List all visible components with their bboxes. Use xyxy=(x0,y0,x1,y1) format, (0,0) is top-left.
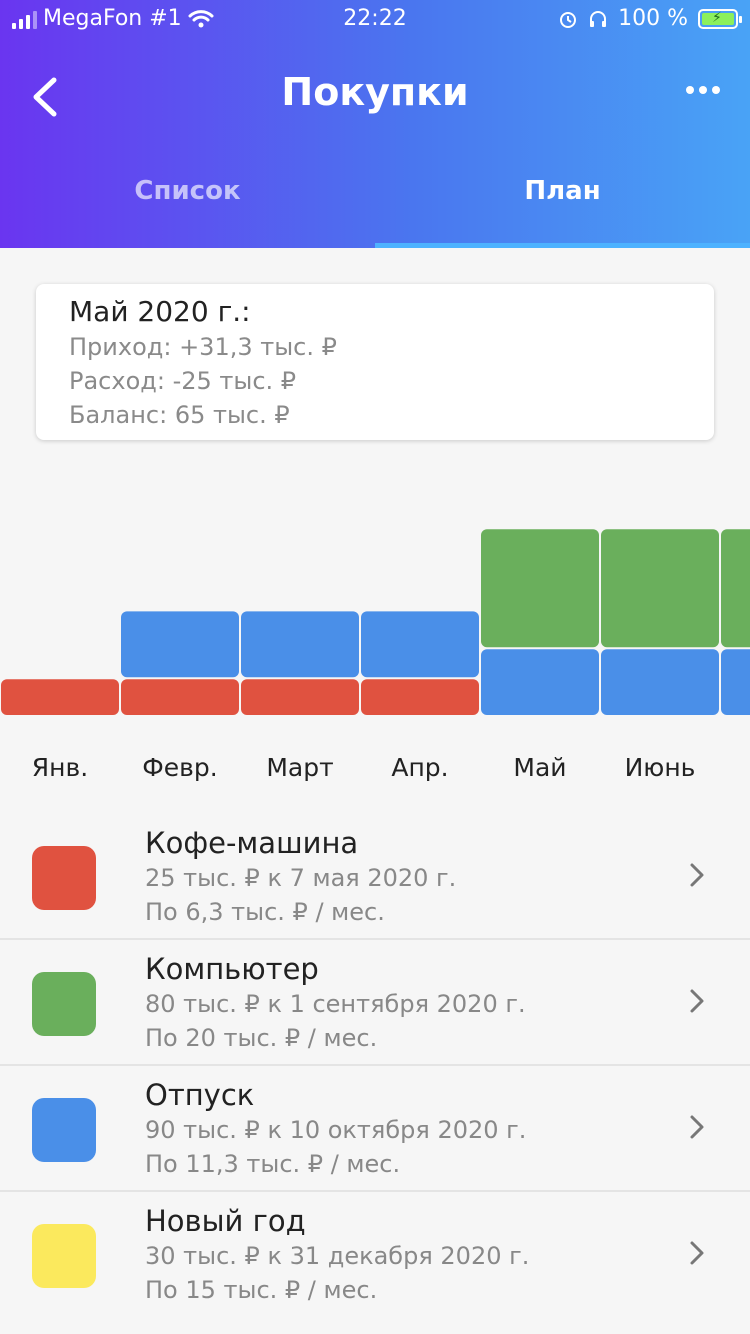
chart-bar-segment[interactable] xyxy=(361,679,479,715)
list-item[interactable]: Новый год 30 тыс. ₽ к 31 декабря 2020 г.… xyxy=(0,1192,750,1316)
chart-bar-segment[interactable] xyxy=(241,679,359,715)
chart-bar-segment[interactable] xyxy=(481,529,599,648)
tab-list[interactable]: Список xyxy=(0,176,375,206)
x-tick-label[interactable]: Май xyxy=(513,753,566,782)
savings-plan-chart[interactable]: Янв.Февр.МартАпр.МайИюньИ xyxy=(0,460,750,790)
chart-bar-segment[interactable] xyxy=(481,649,599,715)
item-amount: 30 тыс. ₽ к 31 декабря 2020 г. xyxy=(145,1242,530,1270)
x-tick-label[interactable]: Апр. xyxy=(391,753,448,782)
x-tick-label[interactable]: Март xyxy=(266,753,333,782)
list-item[interactable]: Компьютер 80 тыс. ₽ к 1 сентября 2020 г.… xyxy=(0,940,750,1066)
color-swatch xyxy=(32,846,96,910)
item-monthly: По 15 тыс. ₽ / мес. xyxy=(145,1276,378,1304)
list-item[interactable]: Кофе-машина 25 тыс. ₽ к 7 мая 2020 г. По… xyxy=(0,814,750,940)
summary-expense: Расход: -25 тыс. ₽ xyxy=(69,367,297,395)
alarm-icon xyxy=(560,11,577,28)
x-tick-label[interactable]: Июнь xyxy=(625,753,696,782)
item-monthly: По 20 тыс. ₽ / мес. xyxy=(145,1024,378,1052)
item-monthly: По 6,3 тыс. ₽ / мес. xyxy=(145,898,385,926)
chart-bar-segment[interactable] xyxy=(721,649,750,715)
summary-income: Приход: +31,3 тыс. ₽ xyxy=(69,333,337,361)
month-summary-card: Май 2020 г.: Приход: +31,3 тыс. ₽ Расход… xyxy=(36,284,714,440)
chart-bar-segment[interactable] xyxy=(121,611,239,678)
purchase-list: Кофе-машина 25 тыс. ₽ к 7 мая 2020 г. По… xyxy=(0,814,750,1316)
item-amount: 25 тыс. ₽ к 7 мая 2020 г. xyxy=(145,864,457,892)
chart-bar-segment[interactable] xyxy=(721,529,750,648)
x-tick-label[interactable]: Февр. xyxy=(142,753,217,782)
chart-bar-segment[interactable] xyxy=(1,679,119,715)
color-swatch xyxy=(32,972,96,1036)
chart-bar-segment[interactable] xyxy=(121,679,239,715)
battery-percent: 100 % xyxy=(618,6,688,31)
item-name: Кофе-машина xyxy=(145,826,359,860)
item-monthly: По 11,3 тыс. ₽ / мес. xyxy=(145,1150,401,1178)
summary-balance: Баланс: 65 тыс. ₽ xyxy=(69,401,290,429)
item-amount: 80 тыс. ₽ к 1 сентября 2020 г. xyxy=(145,990,526,1018)
status-bar: MegaFon #1 22:22 100 % ⚡ xyxy=(0,0,750,40)
chevron-right-icon xyxy=(690,863,704,887)
active-tab-indicator xyxy=(375,243,750,248)
item-name: Компьютер xyxy=(145,952,319,986)
app-header: MegaFon #1 22:22 100 % ⚡ Покупки Список … xyxy=(0,0,750,248)
summary-month: Май 2020 г.: xyxy=(69,295,251,328)
chart-bar-segment[interactable] xyxy=(241,611,359,678)
x-tick-label[interactable]: Янв. xyxy=(32,753,88,782)
page-title: Покупки xyxy=(281,70,469,114)
item-name: Новый год xyxy=(145,1204,306,1238)
item-name: Отпуск xyxy=(145,1078,255,1112)
chevron-right-icon xyxy=(690,989,704,1013)
battery-icon: ⚡ xyxy=(698,8,742,29)
chart-bar-segment[interactable] xyxy=(601,649,719,715)
item-amount: 90 тыс. ₽ к 10 октября 2020 г. xyxy=(145,1116,527,1144)
list-item[interactable]: Отпуск 90 тыс. ₽ к 10 октября 2020 г. По… xyxy=(0,1066,750,1192)
more-options-icon[interactable] xyxy=(686,86,720,94)
color-swatch xyxy=(32,1224,96,1288)
chevron-right-icon xyxy=(690,1115,704,1139)
headphones-icon xyxy=(590,10,607,27)
color-swatch xyxy=(32,1098,96,1162)
chart-bar-segment[interactable] xyxy=(361,611,479,678)
chevron-right-icon xyxy=(690,1241,704,1265)
chart-bar-segment[interactable] xyxy=(601,529,719,648)
tab-plan[interactable]: План xyxy=(375,176,750,206)
